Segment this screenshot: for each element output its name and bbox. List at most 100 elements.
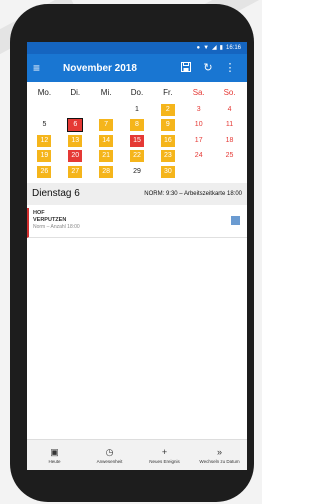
calendar-day-number: 4 [227,105,232,113]
calendar-empty-cell [214,164,245,180]
wifi-icon: ▼ [203,45,210,51]
nav-item-double-chevron-right[interactable]: » Wechseln zu Datum [192,440,247,470]
calendar-day-number: 20 [68,150,83,163]
calendar-day[interactable]: 14 [91,133,122,149]
calendar-day-number: 21 [99,150,114,163]
calendar-day[interactable]: 4 [214,102,245,118]
event-location: HOF [33,209,45,216]
weekday-label: Di. [70,88,81,97]
calendar-day-number: 24 [194,152,203,160]
nav-item-clock[interactable]: ◷ Anwesenheit [82,440,137,470]
calendar-day[interactable]: 11 [214,118,245,134]
app-screen: ● ▼ ◢ ▮ 16:16 ≡ November 2018 ↻ ⋮ Mo. Di.… [27,42,247,470]
calendar-day-number [192,166,206,178]
calendar-day-number: 1 [135,105,139,113]
status-bar: ● ▼ ◢ ▮ 16:16 [27,42,247,54]
calendar-empty-cell [29,102,60,118]
battery-icon: ▮ [219,45,223,51]
calendar-day[interactable]: 13 [60,133,91,149]
save-icon[interactable] [175,61,197,75]
calendar-day[interactable]: 8 [122,118,153,134]
calendar-today-icon: ▣ [50,446,59,457]
more-vert-icon[interactable]: ⋮ [219,62,241,74]
calendar-day[interactable]: 15 [122,133,153,149]
nav-item-label: Wechseln zu Datum [199,458,240,464]
calendar-day-number: 8 [129,119,144,132]
calendar-day[interactable]: 6 [60,118,91,134]
calendar-day[interactable]: 18 [214,133,245,149]
calendar-day[interactable]: 1 [122,102,153,118]
calendar-empty-cell [183,164,214,180]
calendar-day[interactable]: 21 [91,149,122,165]
calendar-day-number: 13 [68,134,83,147]
calendar-day[interactable]: 27 [60,164,91,180]
app-bar: ≡ November 2018 ↻ ⋮ [27,54,247,82]
calendar-day-number: 27 [68,165,83,178]
calendar-day-number: 25 [225,152,234,160]
calendar-day-number: 19 [37,150,52,163]
event-item[interactable]: HOF VERPUTZEN Norm – Anzahl 18:00 [27,207,247,238]
calendar-day-number: 6 [67,118,84,133]
calendar-day[interactable]: 9 [152,118,183,134]
selected-day-header: Dienstag 6 NORM: 9:30 – Arbeitszeitkarte… [27,182,247,205]
calendar-day-number [37,104,51,116]
calendar-grid: 1 2 3 4 5 6 7 8 9 10 11 12 13 14 15 16 17 18 19 20 21 22 23 24 2… [27,102,247,180]
nav-item-plus[interactable]: + Neues Ereignis [137,440,192,470]
calendar-day-number: 5 [42,121,47,129]
calendar-day[interactable]: 5 [29,118,60,134]
calendar-day-number: 28 [99,165,114,178]
calendar-day[interactable]: 2 [152,102,183,118]
calendar-day-number: 15 [129,134,144,147]
weekday-label: Mi. [100,88,112,97]
weekday-header: Mo. Di. Mi. Do. Fr. Sa. So. [27,86,247,100]
calendar-day[interactable]: 28 [91,164,122,180]
calendar-day-number [223,166,237,178]
calendar-day-number: 23 [160,150,175,163]
calendar-day[interactable]: 20 [60,149,91,165]
calendar-day[interactable]: 30 [152,164,183,180]
calendar-day[interactable]: 25 [214,149,245,165]
calendar-day-number: 9 [160,119,175,132]
calendar-day-number: 10 [194,121,203,129]
calendar-day[interactable]: 3 [183,102,214,118]
calendar-day[interactable]: 19 [29,149,60,165]
calendar-day[interactable]: 10 [183,118,214,134]
clock-icon: ◷ [105,446,114,457]
calendar-day[interactable]: 24 [183,149,214,165]
weekday-label: Fr. [163,88,173,97]
event-detail: Norm – Anzahl 18:00 [33,223,80,230]
calendar-day-number [68,104,82,116]
calendar-day-number: 30 [160,165,175,178]
calendar-day-number: 29 [133,167,141,175]
weekday-label: Sa. [192,88,205,97]
hamburger-menu-icon[interactable]: ≡ [33,62,51,74]
calendar-day[interactable]: 7 [91,118,122,134]
nav-item-calendar-today[interactable]: ▣ Heute [27,440,82,470]
selected-day-info: NORM: 9:30 – Arbeitszeitkarte 18:00 [144,190,242,197]
calendar-empty-cell [60,102,91,118]
calendar-day-number: 26 [37,165,52,178]
selected-day-title: Dienstag 6 [32,188,80,199]
calendar-day[interactable]: 16 [152,133,183,149]
month-title: November 2018 [63,62,137,74]
calendar-day-number: 3 [196,105,201,113]
calendar-day[interactable]: 12 [29,133,60,149]
calendar-day-number: 2 [160,103,175,116]
event-title: VERPUTZEN [33,216,67,223]
plus-icon: + [161,446,168,457]
calendar-day[interactable]: 17 [183,133,214,149]
calendar-day[interactable]: 22 [122,149,153,165]
calendar-day[interactable]: 26 [29,164,60,180]
calendar-day-number: 17 [194,136,203,144]
refresh-icon[interactable]: ↻ [197,62,219,74]
status-time: 16:16 [225,45,241,51]
event-color-marker [231,215,240,225]
calendar-day[interactable]: 23 [152,149,183,165]
calendar-day-number: 22 [129,150,144,163]
location-icon: ● [196,45,201,51]
nav-item-label: Heute [48,458,61,464]
calendar-day[interactable]: 29 [122,164,153,180]
double-chevron-right-icon: » [216,446,222,457]
weekday-label: So. [223,88,236,97]
signal-icon: ◢ [212,45,217,51]
